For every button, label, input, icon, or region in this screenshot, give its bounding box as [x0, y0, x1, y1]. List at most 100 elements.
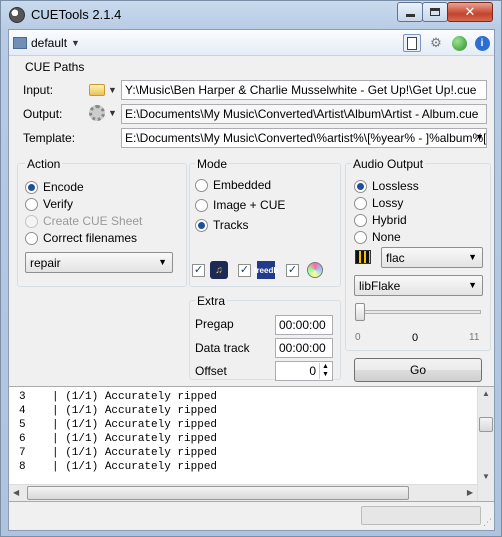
toolbar: default ▼ ⚙ i	[9, 30, 494, 56]
chevron-down-icon: ▼	[468, 252, 477, 262]
log-line: 4 | (1/1) Accurately ripped	[19, 405, 218, 417]
chevron-down-icon: ▼	[71, 38, 80, 48]
audio-lossless-radio[interactable]: Lossless	[354, 179, 419, 193]
scroll-up-icon[interactable]: ▲	[482, 389, 490, 398]
compression-slider-thumb[interactable]	[355, 303, 365, 321]
radio-label: Verify	[43, 197, 74, 211]
go-button[interactable]: Go	[354, 358, 482, 382]
select-value: flac	[386, 251, 405, 265]
radio-indicator	[25, 197, 38, 211]
input-path-field[interactable]: Y:\Music\Ben Harper & Charlie Musselwhit…	[121, 80, 487, 100]
scroll-thumb[interactable]	[27, 486, 409, 500]
log-line: 7 | (1/1) Accurately ripped	[19, 447, 218, 459]
about-button[interactable]: i	[473, 34, 491, 52]
mode-image-cue-radio[interactable]: Image + CUE	[195, 198, 285, 212]
action-correct-filenames-radio[interactable]: Correct filenames	[25, 231, 137, 245]
log-horizontal-scrollbar[interactable]: ◀ ▶	[9, 484, 477, 501]
freedb-icon-label: freedb	[253, 265, 279, 275]
progress-bar	[361, 506, 481, 525]
scroll-down-icon[interactable]: ▼	[482, 472, 490, 481]
radio-label: Lossy	[372, 196, 404, 210]
close-icon: ✕	[464, 4, 476, 19]
spinner-buttons[interactable]: ▲ ▼	[319, 363, 331, 379]
minimize-button[interactable]	[397, 2, 423, 22]
audio-hybrid-radio[interactable]: Hybrid	[354, 213, 407, 227]
scroll-right-icon[interactable]: ▶	[467, 488, 473, 497]
radio-indicator	[195, 178, 208, 192]
radio-label: Embedded	[213, 178, 272, 192]
main-panel: default ▼ ⚙ i CUE Paths Input: ▼ Y:\Musi…	[8, 29, 495, 531]
pregap-label: Pregap	[195, 317, 234, 331]
log-vertical-scrollbar[interactable]: ▲ ▼	[477, 387, 494, 501]
audio-format-select[interactable]: flac ▼	[381, 247, 483, 268]
encoder-select[interactable]: libFlake ▼	[354, 275, 483, 296]
slider-max-label: 11	[469, 332, 480, 343]
radio-label: None	[372, 230, 401, 244]
cue-paths-title: CUE Paths	[23, 60, 87, 74]
maximize-button[interactable]	[422, 2, 448, 22]
radio-label: Lossless	[372, 179, 419, 193]
profile-selector[interactable]: default ▼	[13, 34, 80, 52]
globe-icon	[451, 35, 467, 51]
output-options-button[interactable]: ▼	[89, 103, 119, 123]
log-panel[interactable]: 3 | (1/1) Accurately ripped 4 | (1/1) Ac…	[9, 386, 494, 502]
settings-button[interactable]: ⚙	[427, 34, 445, 52]
select-value: repair	[30, 256, 61, 270]
audio-none-radio[interactable]: None	[354, 230, 401, 244]
radio-label: Create CUE Sheet	[43, 214, 143, 228]
output-label: Output:	[23, 107, 63, 121]
app-window: CUETools 2.1.4 ✕ default ▼ ⚙ i CUE Paths…	[0, 0, 502, 537]
chevron-down-icon: ▼	[108, 85, 117, 95]
scroll-left-icon[interactable]: ◀	[13, 488, 19, 497]
output-path-field[interactable]: E:\Documents\My Music\Converted\Artist\A…	[121, 104, 487, 124]
mode-tracks-radio[interactable]: Tracks	[195, 218, 249, 232]
offset-spinner[interactable]: 0 ▲ ▼	[275, 361, 333, 381]
action-encode-radio[interactable]: Encode	[25, 180, 84, 194]
slider-min-label: 0	[355, 332, 361, 343]
info-icon: i	[474, 35, 490, 51]
chevron-down-icon: ▼	[475, 132, 484, 142]
data-track-label: Data track	[195, 341, 250, 355]
freedb-checkbox[interactable]: ✓	[286, 264, 299, 277]
log-line: 6 | (1/1) Accurately ripped	[19, 433, 218, 445]
cuetools-logo-icon	[9, 7, 25, 23]
chevron-down-icon: ▼	[158, 257, 167, 267]
data-track-field[interactable]: 00:00:00	[275, 338, 333, 358]
log-line: 3 | (1/1) Accurately ripped	[19, 391, 218, 403]
audio-output-title: Audio Output	[351, 157, 426, 171]
scroll-thumb[interactable]	[479, 417, 493, 432]
action-verify-radio[interactable]: Verify	[25, 197, 73, 211]
document-icon	[407, 36, 417, 50]
log-view-button[interactable]	[403, 34, 421, 52]
flac-format-icon	[353, 248, 373, 266]
mode-embedded-radio[interactable]: Embedded	[195, 178, 271, 192]
audio-lossy-radio[interactable]: Lossy	[354, 196, 403, 210]
radio-label: Correct filenames	[43, 231, 138, 245]
radio-indicator	[195, 218, 208, 232]
chevron-down-icon: ▼	[468, 280, 477, 290]
tags-checkbox[interactable]: ✓	[192, 264, 205, 277]
maximize-icon	[430, 8, 440, 16]
musicbrainz-checkbox[interactable]: ✓	[238, 264, 251, 277]
pregap-field[interactable]: 00:00:00	[275, 315, 333, 335]
radio-indicator	[195, 198, 208, 212]
music-note-icon: ♫	[210, 261, 228, 279]
action-mode-select[interactable]: repair ▼	[25, 252, 173, 273]
compression-slider-track[interactable]	[359, 310, 481, 314]
close-button[interactable]: ✕	[447, 2, 493, 22]
log-line: 5 | (1/1) Accurately ripped	[19, 419, 218, 431]
radio-indicator	[354, 213, 367, 227]
title-bar[interactable]: CUETools 2.1.4 ✕	[1, 1, 501, 29]
input-browse-button[interactable]: ▼	[89, 80, 119, 100]
chevron-down-icon: ▼	[108, 108, 117, 118]
radio-indicator	[354, 179, 367, 193]
resize-grip-icon[interactable]: ⋰	[483, 517, 492, 528]
update-button[interactable]	[450, 34, 468, 52]
input-label: Input:	[23, 83, 54, 97]
log-line: 8 | (1/1) Accurately ripped	[19, 461, 218, 473]
equalizer-icon	[355, 250, 371, 264]
folder-icon	[89, 84, 105, 96]
radio-label: Encode	[43, 180, 84, 194]
template-label: Template:	[23, 131, 76, 145]
template-combo[interactable]: E:\Documents\My Music\Converted\%artist%…	[121, 128, 487, 148]
